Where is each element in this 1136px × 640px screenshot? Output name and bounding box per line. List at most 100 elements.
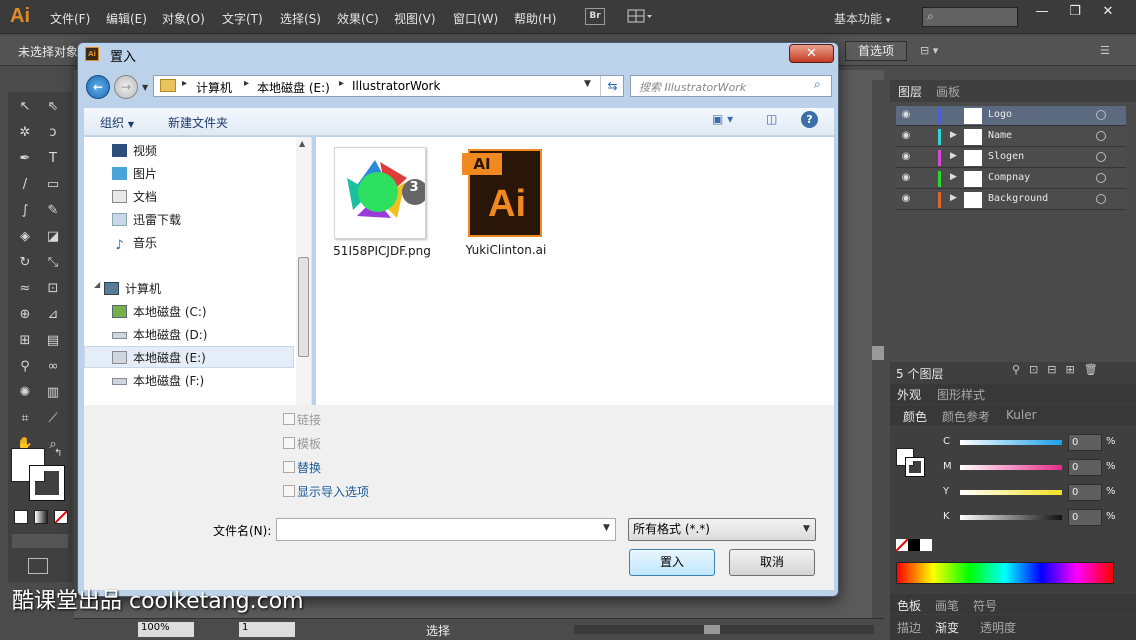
- expand-triangle-icon[interactable]: ▶: [950, 172, 957, 182]
- drawing-modes[interactable]: [12, 534, 68, 548]
- type-tool-icon[interactable]: T: [42, 148, 64, 170]
- nav-item-documents[interactable]: 文档: [112, 188, 157, 205]
- shape-builder-tool-icon[interactable]: ⊕: [14, 304, 36, 326]
- channel-value-input[interactable]: 0: [1068, 484, 1102, 501]
- tab-color[interactable]: 颜色: [903, 408, 927, 425]
- visibility-eye-icon[interactable]: ◉: [899, 109, 913, 121]
- nav-item-music[interactable]: ♪ 音乐: [112, 234, 157, 252]
- tab-gradient[interactable]: 渐变: [935, 619, 959, 636]
- paintbrush-tool-icon[interactable]: ∫: [14, 200, 36, 222]
- visibility-eye-icon[interactable]: ◉: [899, 130, 913, 142]
- menu-file[interactable]: 文件(F): [50, 10, 90, 27]
- perspective-grid-tool-icon[interactable]: ⊿: [42, 304, 64, 326]
- layer-row[interactable]: ◉ ▶ Background: [896, 190, 1126, 210]
- maximize-button[interactable]: ❐: [1062, 4, 1088, 22]
- channel-slider[interactable]: [960, 465, 1062, 470]
- tab-symbols[interactable]: 符号: [973, 597, 997, 614]
- swap-fill-stroke-icon[interactable]: ↰: [54, 448, 62, 459]
- nav-item-thunder-downloads[interactable]: 迅雷下载: [112, 211, 181, 228]
- target-circle-icon[interactable]: [1096, 152, 1106, 162]
- mesh-tool-icon[interactable]: ⊞: [14, 330, 36, 352]
- channel-value-input[interactable]: 0: [1068, 509, 1102, 526]
- gradient-tool-icon[interactable]: ▤: [42, 330, 64, 352]
- replace-checkbox[interactable]: [283, 461, 295, 473]
- help-search-input[interactable]: ⌕: [922, 7, 1018, 27]
- nav-item-drive-d[interactable]: 本地磁盘 (D:): [112, 326, 207, 343]
- close-app-button[interactable]: ✕: [1095, 4, 1121, 22]
- free-transform-tool-icon[interactable]: ⊡: [42, 278, 64, 300]
- menu-edit[interactable]: 编辑(E): [106, 10, 147, 27]
- address-bar[interactable]: ▸ 计算机 ▸ 本地磁盘 (E:) ▸ IllustratorWork ▼: [153, 75, 624, 97]
- nav-item-drive-f[interactable]: 本地磁盘 (F:): [112, 372, 204, 389]
- tab-layers[interactable]: 图层: [898, 83, 922, 100]
- slice-tool-icon[interactable]: ⟋: [42, 408, 64, 430]
- filetype-select[interactable]: 所有格式 (*.*) ▼: [628, 518, 816, 541]
- menu-window[interactable]: 窗口(W): [453, 10, 498, 27]
- file-name-png[interactable]: 51I58PICJDF.png: [332, 243, 432, 259]
- nav-scrollbar[interactable]: ▲: [296, 137, 311, 405]
- pen-tool-icon[interactable]: ✒: [14, 148, 36, 170]
- layer-row[interactable]: ◉ ▶ Slogen: [896, 148, 1126, 168]
- layer-row[interactable]: ◉ ▶ Name: [896, 127, 1126, 147]
- scroll-up-icon[interactable]: ▲: [299, 139, 305, 148]
- address-dropdown-chevron-icon[interactable]: ▼: [584, 79, 591, 89]
- visibility-eye-icon[interactable]: ◉: [899, 151, 913, 163]
- target-circle-icon[interactable]: [1096, 173, 1106, 183]
- nav-item-drive-c[interactable]: 本地磁盘 (C:): [112, 303, 207, 320]
- channel-slider[interactable]: [960, 440, 1062, 445]
- target-circle-icon[interactable]: [1096, 194, 1106, 204]
- replace-label[interactable]: 替换: [297, 459, 321, 476]
- dialog-close-button[interactable]: ✕: [789, 44, 834, 63]
- folder-search-input[interactable]: 搜索 IllustratorWork ⌕: [630, 75, 832, 97]
- workspace-switcher[interactable]: 基本功能 ▾: [834, 10, 890, 27]
- selection-tool-icon[interactable]: ↖: [14, 96, 36, 118]
- layer-name[interactable]: Compnay: [988, 172, 1030, 183]
- layer-name[interactable]: Name: [988, 130, 1012, 141]
- layer-name[interactable]: Slogen: [988, 151, 1024, 162]
- expand-triangle-icon[interactable]: ▶: [950, 151, 957, 161]
- nav-scroll-thumb[interactable]: [298, 257, 309, 357]
- visibility-eye-icon[interactable]: ◉: [899, 172, 913, 184]
- stroke-swatch[interactable]: [29, 465, 65, 501]
- channel-slider[interactable]: [960, 490, 1062, 495]
- color-mode-icon[interactable]: [14, 510, 28, 524]
- magic-wand-tool-icon[interactable]: ✲: [14, 122, 36, 144]
- expand-triangle-icon[interactable]: ▶: [950, 130, 957, 140]
- filename-input[interactable]: ▼: [276, 518, 616, 541]
- menu-select[interactable]: 选择(S): [280, 10, 321, 27]
- align-icon[interactable]: ⊟ ▾: [920, 44, 938, 57]
- menu-help[interactable]: 帮助(H): [514, 10, 556, 27]
- nav-item-drive-e[interactable]: 本地磁盘 (E:): [112, 349, 206, 366]
- artboard-field[interactable]: 1: [239, 622, 295, 637]
- file-thumbnail-ai[interactable]: AI Ai: [460, 149, 550, 239]
- tab-appearance[interactable]: 外观: [897, 386, 921, 403]
- bridge-button[interactable]: Br: [585, 8, 605, 25]
- tab-artboards[interactable]: 画板: [936, 83, 960, 100]
- filename-dropdown-chevron-icon[interactable]: ▼: [603, 523, 610, 533]
- channel-slider[interactable]: [960, 515, 1062, 520]
- artboard-tool-icon[interactable]: ⌗: [14, 408, 36, 430]
- layer-name[interactable]: Logo: [988, 109, 1012, 120]
- horizontal-scrollbar[interactable]: [574, 625, 874, 634]
- breadcrumb-drive-e[interactable]: 本地磁盘 (E:): [257, 79, 330, 96]
- file-name-ai[interactable]: YukiClinton.ai: [456, 243, 556, 257]
- show-import-options-checkbox[interactable]: [283, 485, 295, 497]
- layer-row[interactable]: ◉ ▶ Compnay: [896, 169, 1126, 189]
- line-tool-icon[interactable]: /: [14, 174, 36, 196]
- tab-swatches[interactable]: 色板: [897, 597, 921, 614]
- new-folder-button[interactable]: 新建文件夹: [168, 114, 228, 131]
- pencil-tool-icon[interactable]: ✎: [42, 200, 64, 222]
- color-stroke-swatch[interactable]: [905, 457, 925, 477]
- tab-color-guide[interactable]: 颜色参考: [942, 408, 990, 425]
- channel-value-input[interactable]: 0: [1068, 459, 1102, 476]
- organize-menu[interactable]: 组织 ▼: [100, 114, 134, 131]
- none-mode-icon[interactable]: [54, 510, 68, 524]
- recent-locations-chevron-icon[interactable]: ▼: [142, 83, 148, 92]
- view-options-icon[interactable]: ▣ ▾: [712, 112, 733, 126]
- quick-swatches[interactable]: [895, 538, 934, 552]
- place-button[interactable]: 置入: [629, 549, 715, 576]
- screen-mode-icon[interactable]: [28, 558, 48, 574]
- tab-graphic-styles[interactable]: 图形样式: [937, 386, 985, 403]
- lasso-tool-icon[interactable]: ↄ: [42, 122, 64, 144]
- nav-item-pictures[interactable]: 图片: [112, 165, 157, 182]
